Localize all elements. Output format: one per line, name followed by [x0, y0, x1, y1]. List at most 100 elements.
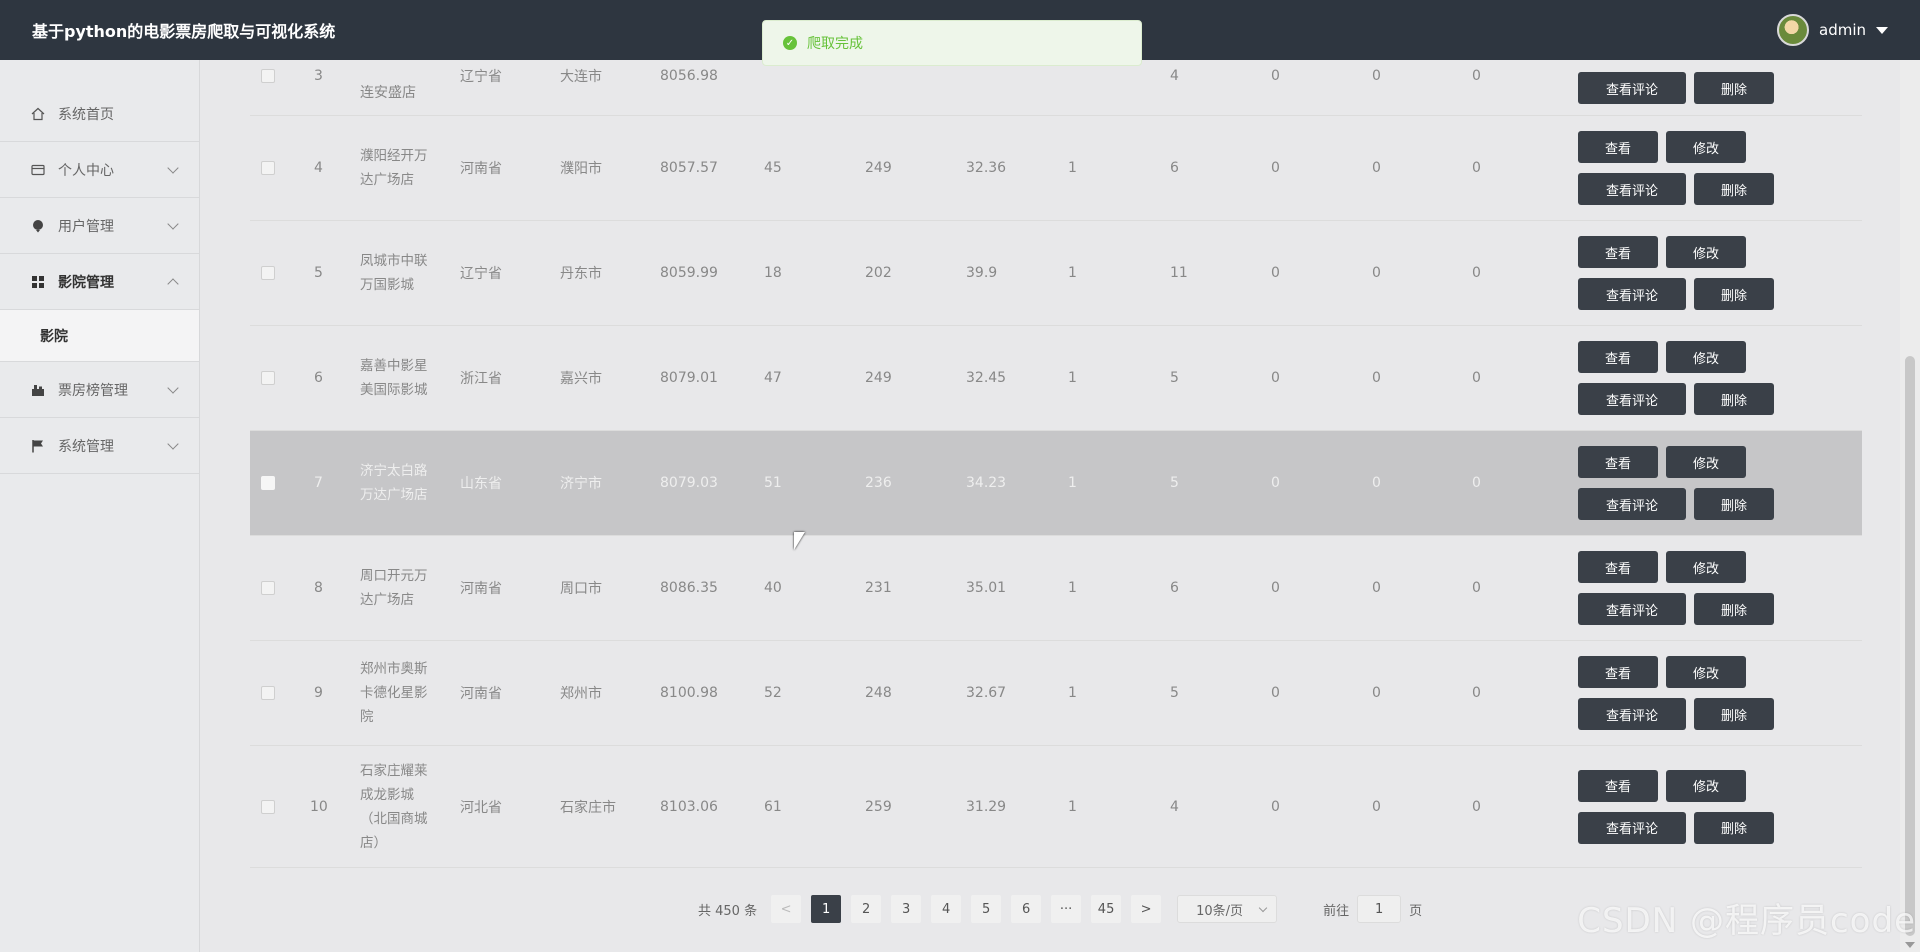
sidebar-item-personal-center[interactable]: 个人中心 [0, 142, 199, 198]
view-button[interactable]: 查看 [1578, 446, 1658, 478]
row-checkbox[interactable] [261, 581, 275, 595]
row-checkbox[interactable] [261, 161, 275, 175]
checkbox-cell [261, 431, 275, 535]
table-row[interactable]: 4 濮阳经开万达广场店 河南省 濮阳市 8057.57 45 249 32.36 1 6 0 0 0 查看… [250, 116, 1862, 221]
goto-page-input[interactable] [1357, 895, 1402, 923]
row-actions: 查看 修改查看评论 删除 [1578, 431, 1774, 535]
view-comments-button[interactable]: 查看评论 [1578, 72, 1686, 104]
row-checkbox[interactable] [261, 799, 275, 814]
cell-city: 周口市 [560, 581, 602, 597]
cell-v7: 0 [1271, 798, 1280, 815]
edit-button[interactable]: 修改 [1666, 769, 1746, 802]
view-comments-button[interactable]: 查看评论 [1578, 811, 1686, 844]
edit-button[interactable]: 修改 [1666, 656, 1746, 688]
view-button[interactable]: 查看 [1578, 341, 1658, 373]
edit-button[interactable]: 修改 [1666, 551, 1746, 583]
vertical-scrollbar[interactable] [1900, 60, 1920, 952]
scrollbar-thumb[interactable] [1905, 356, 1915, 936]
user-menu[interactable]: admin [1777, 14, 1888, 46]
cell-v5: 1 [1068, 580, 1077, 596]
cell-name-wrap: 石家庄耀莱成龙影城（北国商城店） [360, 746, 436, 867]
edit-button[interactable]: 修改 [1666, 131, 1746, 163]
page-ellipsis-button[interactable]: ··· [1051, 895, 1082, 923]
sidebar-item-system-management[interactable]: 系统管理 [0, 418, 199, 474]
page-button-5[interactable]: 5 [971, 895, 1002, 923]
cell-v1: 8103.06 [660, 798, 718, 815]
edit-button[interactable]: 修改 [1666, 446, 1746, 478]
sidebar-item-label: 系统管理 [58, 438, 114, 455]
cell-province: 山东省 [460, 476, 502, 492]
view-comments-button[interactable]: 查看评论 [1578, 488, 1686, 520]
view-button[interactable]: 查看 [1578, 656, 1658, 688]
sidebar-item-boxoffice-management[interactable]: 票房榜管理 [0, 362, 199, 418]
view-comments-button[interactable]: 查看评论 [1578, 383, 1686, 415]
row-checkbox[interactable] [261, 476, 275, 490]
view-button[interactable]: 查看 [1578, 236, 1658, 268]
delete-button[interactable]: 删除 [1694, 698, 1774, 730]
page-button-3[interactable]: 3 [891, 895, 922, 923]
cell-index: 4 [314, 160, 323, 176]
table-row[interactable]: 8 周口开元万达广场店 河南省 周口市 8086.35 40 231 35.01 1 6 0 0 0 查看… [250, 536, 1862, 641]
table-row[interactable]: 6 嘉善中影星美国际影城 浙江省 嘉兴市 8079.01 47 249 32.45 1 5 0 0 0 查… [250, 326, 1862, 431]
delete-button[interactable]: 删除 [1694, 383, 1774, 415]
mouse-cursor-icon [794, 532, 805, 550]
avatar[interactable] [1777, 14, 1809, 46]
view-comments-button[interactable]: 查看评论 [1578, 278, 1686, 310]
page-button-1[interactable]: 1 [811, 895, 842, 923]
delete-button[interactable]: 删除 [1694, 811, 1774, 844]
checkbox-cell [261, 221, 275, 325]
cell-v4: 32.36 [966, 160, 1007, 176]
chart-icon [30, 382, 46, 398]
edit-button[interactable]: 修改 [1666, 341, 1746, 373]
caret-down-icon[interactable] [1876, 26, 1888, 34]
page-size-select[interactable]: 10条/页 [1177, 895, 1278, 923]
table-row: 3 连安盛店 辽宁省 大连市 8056.98 4 0 0 0 查看评论 删除 [250, 60, 1862, 116]
edit-button[interactable]: 修改 [1666, 236, 1746, 268]
chevron-down-icon [167, 162, 179, 174]
cell-v4: 39.9 [966, 265, 998, 281]
table-row[interactable]: 9 郑州市奥斯卡德化星影院 河南省 郑州市 8100.98 52 248 32.67 1 5 0 0 0… [250, 641, 1862, 746]
sidebar-subitem-cinema[interactable]: 影院 [0, 310, 199, 362]
row-checkbox[interactable] [261, 371, 275, 385]
table-row[interactable]: 7 济宁太白路万达广场店 山东省 济宁市 8079.03 51 236 34.23 1 5 0 0 0 查… [250, 431, 1862, 536]
cell-v1: 8079.03 [660, 475, 718, 491]
cell-name-wrap: 濮阳经开万达广场店 [360, 116, 436, 220]
scroll-down-arrow-icon[interactable] [1905, 942, 1915, 948]
page-button-45[interactable]: 45 [1091, 895, 1122, 923]
app-title: 基于python的电影票房爬取与可视化系统 [32, 22, 336, 41]
next-page-button[interactable]: > [1131, 895, 1162, 923]
table-row[interactable]: 5 凤城市中联万国影城 辽宁省 丹东市 8059.99 18 202 39.9 1 11 0 0 0 查看… [250, 221, 1862, 326]
sidebar-item-label: 影院管理 [58, 274, 114, 291]
row-checkbox[interactable] [261, 68, 275, 83]
sidebar-item-cinema-management[interactable]: 影院管理 [0, 254, 199, 310]
cell-v2: 51 [764, 475, 782, 491]
view-comments-button[interactable]: 查看评论 [1578, 593, 1686, 625]
cell-v2: 40 [764, 580, 782, 596]
view-comments-button[interactable]: 查看评论 [1578, 698, 1686, 730]
view-button[interactable]: 查看 [1578, 131, 1658, 163]
view-comments-button[interactable]: 查看评论 [1578, 173, 1686, 205]
sidebar-item-home[interactable]: 系统首页 [0, 86, 199, 142]
delete-button[interactable]: 删除 [1694, 278, 1774, 310]
view-button[interactable]: 查看 [1578, 769, 1658, 802]
table-row[interactable]: 10 石家庄耀莱成龙影城（北国商城店） 河北省 石家庄市 8103.06 61 259 31.… [250, 746, 1862, 868]
cell-v3: 231 [865, 580, 892, 596]
delete-button[interactable]: 删除 [1694, 72, 1774, 104]
page-button-6[interactable]: 6 [1011, 895, 1042, 923]
delete-button[interactable]: 删除 [1694, 488, 1774, 520]
username[interactable]: admin [1819, 21, 1866, 39]
row-checkbox[interactable] [261, 686, 275, 700]
delete-button[interactable]: 删除 [1694, 173, 1774, 205]
sidebar-item-user-management[interactable]: 用户管理 [0, 198, 199, 254]
cell-v2: 61 [764, 798, 782, 815]
checkbox-cell [261, 116, 275, 220]
page-button-2[interactable]: 2 [851, 895, 882, 923]
checkbox-cell [261, 641, 275, 745]
prev-page-button[interactable]: < [771, 895, 802, 923]
cell-v3: 236 [865, 475, 892, 491]
view-button[interactable]: 查看 [1578, 551, 1658, 583]
row-checkbox[interactable] [261, 266, 275, 280]
goto-prefix: 前往 [1323, 903, 1350, 919]
page-button-4[interactable]: 4 [931, 895, 962, 923]
delete-button[interactable]: 删除 [1694, 593, 1774, 625]
